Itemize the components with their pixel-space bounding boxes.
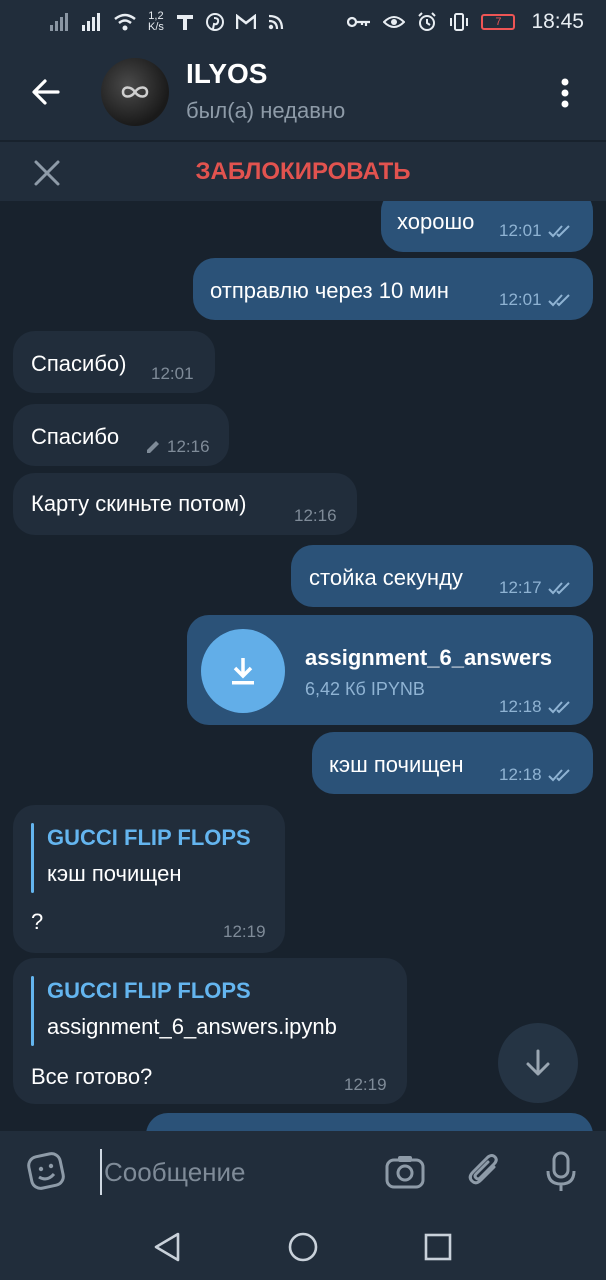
message-time: 12:01 [499,221,542,240]
signal-icon [50,13,68,31]
message-text: Спасибо) [31,351,127,376]
message-bubble-out[interactable]: кэш почищен 12:18 [312,732,593,794]
clock: 18:45 [531,10,584,33]
key-icon [347,16,371,28]
attach-icon[interactable] [464,1151,506,1193]
compose-bar [0,1131,606,1213]
message-time: 12:19 [223,922,266,941]
alarm-icon [418,12,437,31]
arrow-down-icon [526,1049,550,1076]
message-time: 12:18 [499,697,542,716]
read-checks-icon [547,225,570,238]
message-text: кэш почищен [329,752,464,777]
chat-title[interactable]: ILYOS [186,58,267,90]
message-meta: 12:01 [499,290,574,310]
avatar[interactable] [101,58,169,126]
message-text: Спасибо [31,424,120,449]
message-text: хорошо [397,209,475,234]
reply-accent-bar [31,823,34,893]
message-meta: 12:17 [499,578,574,598]
edit-pencil-icon [147,441,159,453]
sticker-icon[interactable] [26,1151,68,1193]
message-bubble-out[interactable]: хорошо 12:01 [381,201,593,252]
message-text: стойка секунду [309,565,463,590]
reply-message-bubble[interactable]: GUCCI FLIP FLOPS assignment_6_answers.ip… [13,958,407,1104]
message-meta: 12:01 [499,221,574,241]
message-time: 12:19 [344,1075,387,1094]
infinity-logo-icon [121,86,149,98]
message-bubble-out[interactable]: стойка секунду 12:17 [291,545,593,607]
message-bubble-in[interactable]: Спасибо 12:16 [13,404,229,466]
back-arrow-icon[interactable] [26,72,66,112]
t-app-icon [176,15,193,30]
message-meta: 12:16 [294,506,337,526]
reply-quote[interactable]: assignment_6_answers.ipynb [47,1014,337,1040]
message-meta: 12:18 [499,765,574,785]
scroll-down-button[interactable] [498,1023,578,1103]
message-time: 12:01 [499,290,542,309]
read-checks-icon [547,769,570,782]
mic-icon[interactable] [540,1151,582,1193]
read-checks-icon [547,701,570,714]
read-checks-icon [547,582,570,595]
rss-icon [268,14,284,30]
nav-home-icon[interactable] [285,1229,321,1265]
message-bubble-out[interactable] [146,1113,593,1131]
message-time: 12:16 [294,506,337,525]
message-text: отправлю через 10 мин [210,278,449,303]
net-speed: 1,2 K/s [148,11,164,33]
battery-indicator: 7 [481,14,516,30]
reply-accent-bar [31,976,34,1046]
reply-message-bubble[interactable]: GUCCI FLIP FLOPS кэш почищен ? 12:19 [13,805,285,953]
message-time: 12:17 [499,578,542,597]
net-speed-unit: K/s [148,21,164,33]
message-time: 12:18 [499,765,542,784]
nav-back-icon[interactable] [150,1229,186,1265]
block-button[interactable]: ЗАБЛОКИРОВАТЬ [0,158,606,186]
reply-quote[interactable]: кэш почищен [47,861,182,887]
message-text: ? [31,909,44,934]
message-text: Карту скиньте потом) [31,491,247,516]
camera-icon[interactable] [384,1151,426,1193]
nav-recents-icon[interactable] [420,1229,456,1265]
chat-status: был(а) недавно [186,98,346,123]
reply-sender[interactable]: GUCCI FLIP FLOPS [47,978,251,1004]
chat-header: ILYOS был(а) недавно [0,44,606,140]
file-message-bubble[interactable]: assignment_6_answers 6,42 Кб IPYNB 12:18 [187,615,593,725]
status-bar: 1,2 K/s 7 18:45 [0,0,606,44]
file-name: assignment_6_answers [305,645,553,670]
read-checks-icon [547,294,570,307]
message-input[interactable] [100,1149,360,1195]
status-left: 1,2 K/s [50,11,284,33]
file-info: 6,42 Кб IPYNB [305,679,425,699]
message-bubble-in[interactable]: Карту скиньте потом) 12:16 [13,473,357,535]
eye-icon [383,16,406,28]
message-list[interactable]: хорошо 12:01 отправлю через 10 мин 12:01… [0,201,606,1131]
message-bubble-out[interactable]: отправлю через 10 мин 12:01 [193,258,593,320]
message-meta: 12:19 [223,922,266,942]
message-meta: 12:19 [344,1075,387,1095]
block-bar: ЗАБЛОКИРОВАТЬ [0,141,606,201]
message-meta: 12:18 [499,697,574,717]
message-time: 12:16 [167,437,210,456]
gmail-icon [235,14,256,29]
message-text: Все готово? [31,1064,153,1089]
download-icon [232,658,254,685]
vibrate-icon [450,13,469,31]
system-nav-bar [0,1213,606,1280]
signal-2-icon [82,13,100,31]
reply-sender[interactable]: GUCCI FLIP FLOPS [47,825,251,851]
more-vert-icon[interactable] [552,74,578,114]
battery-level: 7 [495,16,502,28]
message-bubble-in[interactable]: Спасибо) 12:01 [13,331,215,393]
message-meta: 12:01 [151,364,194,384]
message-meta: 12:16 [145,437,210,457]
download-button[interactable] [201,629,285,713]
status-right: 7 18:45 [347,10,584,34]
wifi-icon [114,13,136,31]
message-time: 12:01 [151,364,194,383]
pinterest-icon [205,13,224,31]
